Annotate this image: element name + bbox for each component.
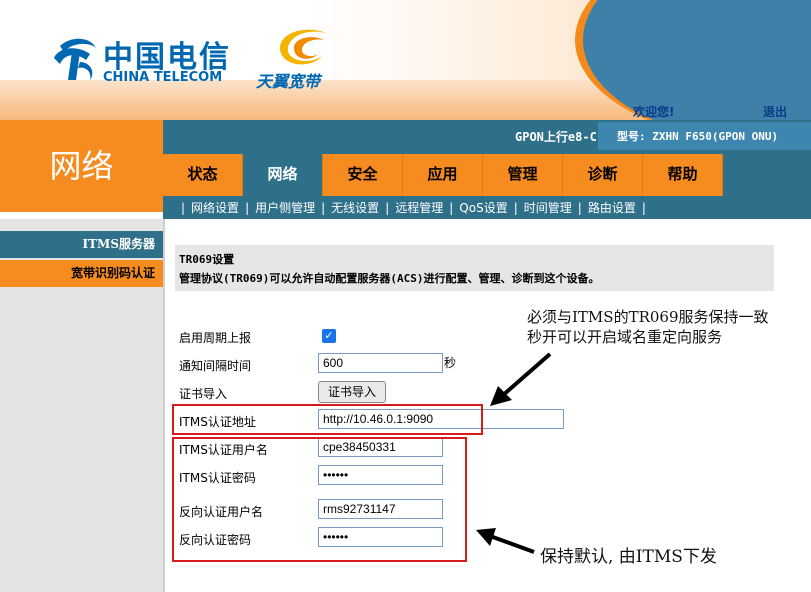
section-title: 网络 xyxy=(0,120,163,219)
tab-application[interactable]: 应用 xyxy=(403,154,483,196)
subnav-separator: | xyxy=(321,200,326,215)
main-nav: 状态 网络 安全 应用 管理 诊断 帮助 xyxy=(163,154,723,196)
gpon-label: GPON上行e8-C xyxy=(515,130,597,144)
annotation-arrow-bottom-icon xyxy=(476,528,535,554)
model-label: 型号: ZXHN F650(GPON ONU) xyxy=(617,130,779,143)
info-title: TR069设置 xyxy=(179,253,235,266)
annotation-note-line2: 秒开可以开启域名重定向服务 xyxy=(527,328,723,346)
tab-status[interactable]: 状态 xyxy=(163,154,243,196)
sub-nav: | 网络设置 | 用户侧管理 | 无线设置 | 远程管理 | QoS设置 | 时… xyxy=(163,196,811,219)
periodic-report-label: 启用周期上报 xyxy=(179,331,252,345)
sidebar: ITMS服务器 宽带识别码认证 xyxy=(0,219,163,592)
periodic-report-checkbox[interactable]: ✓ xyxy=(322,329,336,343)
subnav-routing[interactable]: 路由设置 xyxy=(588,199,636,216)
china-telecom-logo-icon xyxy=(54,38,96,80)
annotation-box-itms-url xyxy=(172,404,483,435)
subnav-time[interactable]: 时间管理 xyxy=(524,199,572,216)
tab-help[interactable]: 帮助 xyxy=(643,154,723,196)
tianyi-logo-icon xyxy=(280,29,328,65)
subnav-qos[interactable]: QoS设置 xyxy=(459,199,507,216)
subnav-user-side[interactable]: 用户侧管理 xyxy=(255,199,315,216)
annotation-box-credentials xyxy=(172,437,467,562)
tab-management[interactable]: 管理 xyxy=(483,154,563,196)
notify-interval-label: 通知间隔时间 xyxy=(179,359,252,373)
tab-diagnostics[interactable]: 诊断 xyxy=(563,154,643,196)
subnav-remote-management[interactable]: 远程管理 xyxy=(395,199,443,216)
cert-import-button[interactable]: 证书导入 xyxy=(318,381,386,403)
welcome-text: 欢迎您! xyxy=(633,105,675,119)
tab-security[interactable]: 安全 xyxy=(323,154,403,196)
subnav-separator: | xyxy=(245,200,250,215)
cert-import-label: 证书导入 xyxy=(179,387,228,401)
subnav-wireless[interactable]: 无线设置 xyxy=(331,199,379,216)
tab-network[interactable]: 网络 xyxy=(243,154,323,196)
subnav-network-settings[interactable]: 网络设置 xyxy=(191,199,239,216)
brand-en: CHINA TELECOM xyxy=(103,70,223,85)
sidebar-item-broadband-auth[interactable]: 宽带识别码认证 xyxy=(0,260,163,287)
annotation-arrow-top-icon xyxy=(490,352,552,406)
section-title-divider xyxy=(0,212,163,219)
subnav-separator: | xyxy=(513,200,518,215)
info-description: 管理协议(TR069)可以允许自动配置服务器(ACS)进行配置、管理、诊断到这个… xyxy=(179,272,600,285)
logout-link[interactable]: 退出 xyxy=(763,103,787,120)
notify-interval-input[interactable]: 600 xyxy=(318,353,443,373)
notify-interval-unit: 秒 xyxy=(444,356,457,370)
subnav-separator: | xyxy=(641,200,646,215)
subnav-separator: | xyxy=(385,200,390,215)
subnav-separator: | xyxy=(577,200,582,215)
sidebar-item-itms-server[interactable]: ITMS服务器 xyxy=(0,231,163,258)
annotation-note-bottom: 保持默认, 由ITMS下发 xyxy=(540,547,717,567)
sidebar-border xyxy=(163,219,165,592)
sub-brand: 天翼宽带 xyxy=(256,72,321,91)
subnav-separator: | xyxy=(181,200,186,215)
nav-fill xyxy=(723,154,811,196)
annotation-note-line1: 必须与ITMS的TR069服务保持一致 xyxy=(527,308,769,326)
subnav-separator: | xyxy=(449,200,454,215)
